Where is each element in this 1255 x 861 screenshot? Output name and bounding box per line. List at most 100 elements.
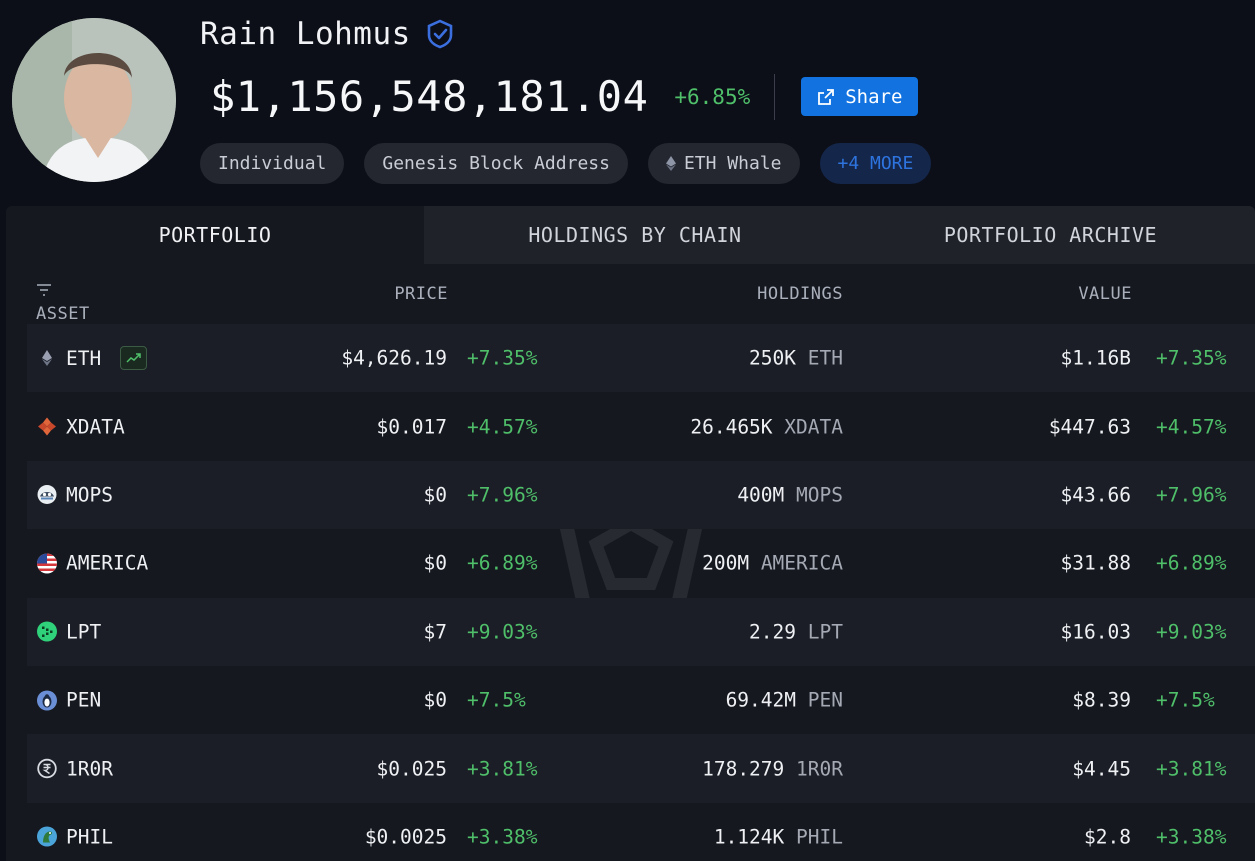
asset-cell: AMERICA: [37, 552, 148, 575]
price-cell: $0: [423, 551, 447, 575]
profile-name: Rain Lohmus: [200, 16, 411, 52]
asset-cell: PEN: [37, 689, 101, 712]
holdings-cell: 178.279 1R0R: [702, 757, 843, 780]
value-cell: $4.45: [1072, 757, 1131, 781]
tag-eth-whale[interactable]: ETH Whale: [647, 143, 800, 184]
eth-icon: [42, 350, 52, 367]
table-row[interactable]: XDATA $0.017 +4.57% 26.465K XDATA $447.6…: [27, 392, 1255, 460]
price-cell: $0: [423, 483, 447, 507]
price-change: +9.03%: [467, 620, 538, 644]
price-cell: $0: [423, 688, 447, 712]
asset-name: MOPS: [66, 483, 113, 507]
price-change: +3.81%: [467, 757, 538, 781]
asset-name: PEN: [66, 688, 102, 712]
asset-name: ETH: [66, 346, 102, 370]
price-change: +7.35%: [467, 346, 538, 370]
holdings-amount: 200M: [702, 551, 750, 575]
price-cell: $0.025: [376, 757, 447, 781]
share-button[interactable]: Share: [801, 77, 919, 116]
table-row[interactable]: ETH $4,626.19 +7.35% 250K ETH $1.16B +7.…: [27, 324, 1255, 393]
holdings-column-header[interactable]: HOLDINGS: [757, 284, 843, 304]
price-change: +7.96%: [467, 483, 538, 507]
entity-profile-page: Rain Lohmus $1,156,548,181.04 +6.85% Sha…: [0, 0, 1255, 861]
tab-holdings-by-chain[interactable]: HOLDINGS BY CHAIN: [424, 206, 846, 264]
xdata-icon: [38, 417, 56, 436]
mops-icon: [37, 485, 57, 505]
holdings-table-body: ETH $4,626.19 +7.35% 250K ETH $1.16B +7.…: [27, 324, 1255, 861]
asset-cell: 1R0R: [37, 757, 113, 780]
table-row[interactable]: 1R0R $0.025 +3.81% 178.279 1R0R $4.45 +3…: [27, 734, 1255, 803]
value-cell: $43.66: [1060, 483, 1131, 507]
value-column-header[interactable]: VALUE: [1078, 284, 1132, 304]
asset-name: XDATA: [66, 415, 125, 439]
total-change: +6.85%: [674, 84, 751, 109]
entity-tags: Individual Genesis Block Address ETH Wha…: [200, 143, 932, 184]
value-cell: $447.63: [1048, 415, 1131, 439]
holdings-symbol: 1R0R: [796, 757, 843, 781]
value-cell: $2.8: [1084, 825, 1131, 849]
asset-cell: ETH: [37, 346, 148, 371]
price-change: +6.89%: [467, 551, 538, 575]
tag-genesis-block-address[interactable]: Genesis Block Address: [364, 143, 628, 184]
holdings-cell: 400M MOPS: [737, 483, 843, 506]
table-row[interactable]: MOPS $0 +7.96% 400M MOPS $43.66 +7.96%: [27, 460, 1255, 530]
lpt-icon: [37, 621, 57, 642]
table-row[interactable]: PHIL $0.0025 +3.38% 1.124K PHIL $2.8 +3.…: [27, 803, 1255, 861]
holdings-cell: 250K ETH: [749, 347, 843, 370]
holdings-symbol: ETH: [807, 346, 843, 370]
trending-icon: [120, 346, 148, 371]
holdings-amount: 400M: [737, 483, 785, 507]
holdings-cell: 26.465K XDATA: [690, 415, 843, 438]
asset-name: PHIL: [66, 825, 113, 849]
table-row[interactable]: AMERICA $0 +6.89% 200M AMERICA $31.88 +6…: [27, 529, 1255, 597]
value-cell: $1.16B: [1060, 346, 1131, 370]
value-change: +3.81%: [1156, 757, 1227, 781]
tag-individual[interactable]: Individual: [200, 143, 345, 184]
price-change: +3.38%: [467, 825, 538, 849]
value-change: +4.57%: [1156, 415, 1227, 439]
avatar: [12, 18, 176, 182]
holdings-amount: 1.124K: [713, 825, 785, 849]
asset-name: AMERICA: [66, 551, 149, 575]
value-change: +7.5%: [1156, 688, 1215, 712]
price-cell: $0.0025: [364, 825, 447, 849]
holdings-amount: 69.42M: [725, 688, 797, 712]
tag-label: Individual: [218, 153, 327, 174]
price-change: +4.57%: [467, 415, 538, 439]
phil-icon: [37, 826, 57, 847]
eth-icon: [665, 156, 676, 171]
holdings-symbol: LPT: [807, 620, 843, 644]
price-cell: $4,626.19: [341, 346, 447, 370]
holdings-amount: 178.279: [702, 757, 785, 781]
table-header: ASSET PRICE HOLDINGS VALUE: [6, 264, 1255, 324]
asset-name: 1R0R: [66, 757, 113, 781]
holdings-symbol: PHIL: [796, 825, 843, 849]
table-row[interactable]: PEN $0 +7.5% 69.42M PEN $8.39 +7.5%: [27, 666, 1255, 734]
price-column-header[interactable]: PRICE: [394, 284, 448, 304]
holdings-cell: 2.29 LPT: [749, 620, 843, 643]
asset-cell: MOPS: [37, 483, 113, 506]
value-change: +7.96%: [1156, 483, 1227, 507]
tab-portfolio-archive[interactable]: PORTFOLIO ARCHIVE: [846, 206, 1255, 264]
us-flag-icon: [37, 553, 57, 574]
portfolio-panel: PORTFOLIO HOLDINGS BY CHAIN PORTFOLIO AR…: [6, 206, 1255, 861]
more-tags-button[interactable]: +4 MORE: [819, 143, 932, 184]
total-value-row: $1,156,548,181.04 +6.85% Share: [210, 72, 919, 121]
asset-cell: LPT: [37, 620, 101, 643]
table-row[interactable]: LPT $7 +9.03% 2.29 LPT $16.03 +9.03%: [27, 597, 1255, 666]
value-change: +7.35%: [1156, 346, 1227, 370]
asset-column-header[interactable]: ASSET: [36, 284, 89, 324]
holdings-cell: 1.124K PHIL: [714, 825, 843, 848]
tab-portfolio[interactable]: PORTFOLIO: [6, 206, 424, 264]
value-cell: $8.39: [1072, 688, 1131, 712]
value-change: +6.89%: [1156, 551, 1227, 575]
asset-name: LPT: [66, 620, 102, 644]
tag-label: Genesis Block Address: [382, 153, 610, 174]
share-label: Share: [845, 85, 903, 108]
1r0r-icon: [37, 758, 57, 779]
holdings-cell: 69.42M PEN: [726, 689, 843, 712]
price-cell: $7: [423, 620, 447, 644]
holdings-symbol: XDATA: [784, 415, 843, 439]
total-balance: $1,156,548,181.04: [210, 72, 649, 121]
holdings-cell: 200M AMERICA: [702, 552, 843, 575]
